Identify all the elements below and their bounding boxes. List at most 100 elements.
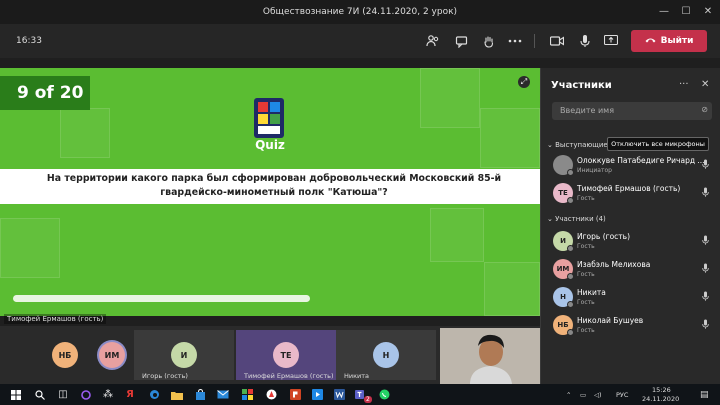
attendees-header[interactable]: ⌄ Участники (4) — [547, 215, 606, 223]
microphone-icon[interactable] — [702, 319, 709, 332]
minimize-button[interactable]: — — [656, 4, 672, 20]
windows-start-icon[interactable] — [9, 388, 23, 401]
participant-role: Инициатор — [577, 167, 612, 174]
participant-row[interactable]: Олоккуве Патабедиге Ричард ... Инициатор — [541, 152, 720, 179]
presence-status-icon — [567, 301, 574, 308]
participant-name: Изабэль Мелихова — [577, 260, 651, 269]
popout-icon[interactable]: ⤢ — [518, 76, 530, 88]
video-app-icon[interactable] — [310, 388, 324, 401]
avatar: ИМ — [99, 342, 125, 368]
participant-row[interactable]: ТЕ Тимофей Ермашов (гость) Гость — [541, 180, 720, 207]
meeting-toolbar: 16:33 — [0, 24, 540, 58]
more-options-icon[interactable] — [506, 32, 524, 50]
microphone-icon[interactable] — [702, 263, 709, 276]
participant-role: Гость — [577, 327, 595, 334]
window-title: Обществознание 7И (24.11.2020, 2 урок) — [262, 7, 458, 17]
windows-taskbar: ◫ ⁂ Я 2 ⌃ ▭ ◁) РУС 15:26 24.11.2020 ▤ — [0, 384, 720, 405]
quiz-wordmark: Quiz — [255, 138, 285, 152]
question-band: На территории какого парка был сформиров… — [0, 169, 540, 204]
search-icon[interactable] — [33, 388, 47, 401]
microphone-icon[interactable] — [702, 187, 709, 200]
participant-tile[interactable]: НБ — [40, 330, 90, 380]
whatsapp-icon[interactable] — [377, 388, 391, 401]
participant-tile-name: Тимофей Ермашов (гость) — [244, 372, 334, 380]
word-icon[interactable] — [332, 388, 346, 401]
share-invite-icon[interactable]: ⊘ — [701, 105, 708, 114]
participant-tile[interactable]: Н Никита — [336, 330, 436, 380]
edge-icon[interactable] — [147, 388, 161, 401]
raise-hand-icon[interactable] — [479, 32, 497, 50]
avatar: НБ — [52, 342, 78, 368]
leave-label: Выйти — [660, 36, 694, 46]
participant-name: Николай Бушуев — [577, 316, 644, 325]
app-grid-icon[interactable] — [240, 388, 254, 401]
participant-row[interactable]: ИМ Изабэль Мелихова Гость — [541, 256, 720, 283]
background-tile — [420, 68, 480, 128]
participant-name: Тимофей Ермашов (гость) — [577, 184, 681, 193]
participant-role: Гость — [577, 299, 595, 306]
meeting-clock: 16:33 — [16, 36, 42, 46]
share-screen-icon[interactable] — [602, 32, 620, 50]
presence-status-icon — [567, 273, 574, 280]
participant-role: Гость — [577, 271, 595, 278]
avatar: Н — [373, 342, 399, 368]
participant-row[interactable]: Н Никита Гость — [541, 284, 720, 311]
presence-status-icon — [567, 245, 574, 252]
mail-icon[interactable] — [216, 388, 230, 401]
leave-button[interactable]: Выйти — [631, 30, 707, 52]
participant-name: Никита — [577, 288, 606, 297]
chat-icon[interactable] — [452, 32, 470, 50]
hang-up-icon — [645, 36, 656, 46]
taskbar-date[interactable]: 24.11.2020 — [642, 395, 679, 403]
mute-all-button[interactable]: Отключить все микрофоны — [607, 137, 709, 151]
maximize-button[interactable]: ☐ — [678, 4, 694, 20]
close-window-button[interactable]: ✕ — [700, 4, 716, 20]
panel-close-icon[interactable]: ✕ — [701, 79, 709, 90]
microphone-icon[interactable] — [702, 235, 709, 248]
panel-more-icon[interactable]: ··· — [679, 79, 689, 90]
participant-row[interactable]: И Игорь (гость) Гость — [541, 228, 720, 255]
participant-name: Игорь (гость) — [577, 232, 630, 241]
participant-tile[interactable]: И Игорь (гость) — [134, 330, 234, 380]
participant-row[interactable]: НБ Николай Бушуев Гость — [541, 312, 720, 339]
search-placeholder: Введите имя — [560, 106, 615, 115]
presence-status-icon — [567, 329, 574, 336]
background-tile — [60, 108, 110, 158]
presence-status-icon — [567, 197, 574, 204]
task-view-icon[interactable]: ◫ — [56, 388, 70, 401]
tray-chevron-icon[interactable]: ⌃ — [566, 391, 571, 399]
question-text: На территории какого парка был сформиров… — [46, 173, 502, 198]
microphone-icon[interactable] — [702, 291, 709, 304]
volume-icon[interactable]: ◁) — [594, 391, 602, 399]
participant-tile-name: Никита — [344, 372, 370, 380]
participant-role: Гость — [577, 243, 595, 250]
language-indicator[interactable]: РУС — [616, 391, 628, 399]
participants-panel: Участники ··· ✕ Введите имя ⊘ ⌄ Выступаю… — [540, 68, 720, 384]
file-explorer-icon[interactable] — [170, 388, 184, 401]
participant-search-input[interactable]: Введите имя ⊘ — [552, 102, 712, 120]
background-tile — [480, 108, 540, 168]
call-controls: Выйти — [540, 24, 720, 58]
teams-badge: 2 — [364, 396, 372, 403]
avatar: И — [171, 342, 197, 368]
participant-tile[interactable]: ИМ — [90, 330, 134, 380]
powerpoint-icon[interactable] — [288, 388, 302, 401]
network-icon[interactable]: ▭ — [580, 391, 586, 399]
participant-role: Гость — [577, 195, 595, 202]
yandex-icon[interactable] — [264, 388, 278, 401]
microphone-icon[interactable] — [576, 32, 594, 50]
participant-tile[interactable]: ТЕ Тимофей Ермашов (гость) — [236, 330, 336, 380]
store-icon[interactable] — [193, 388, 207, 401]
background-tile — [0, 218, 60, 278]
panel-title: Участники — [551, 80, 612, 91]
yandex-browser-icon[interactable]: Я — [123, 388, 137, 401]
participants-icon[interactable] — [424, 32, 442, 50]
microphone-icon[interactable] — [702, 159, 709, 172]
contacts-icon[interactable]: ⁂ — [101, 388, 115, 401]
voice-assistant-icon[interactable] — [79, 388, 93, 401]
notifications-icon[interactable]: ▤ — [700, 390, 709, 400]
camera-icon[interactable] — [548, 32, 566, 50]
shared-content-stage: 9 of 20 ⤢ Quiz На территории какого парк… — [0, 68, 540, 316]
taskbar-time[interactable]: 15:26 — [652, 386, 671, 394]
participant-tile-name: Игорь (гость) — [142, 372, 188, 380]
